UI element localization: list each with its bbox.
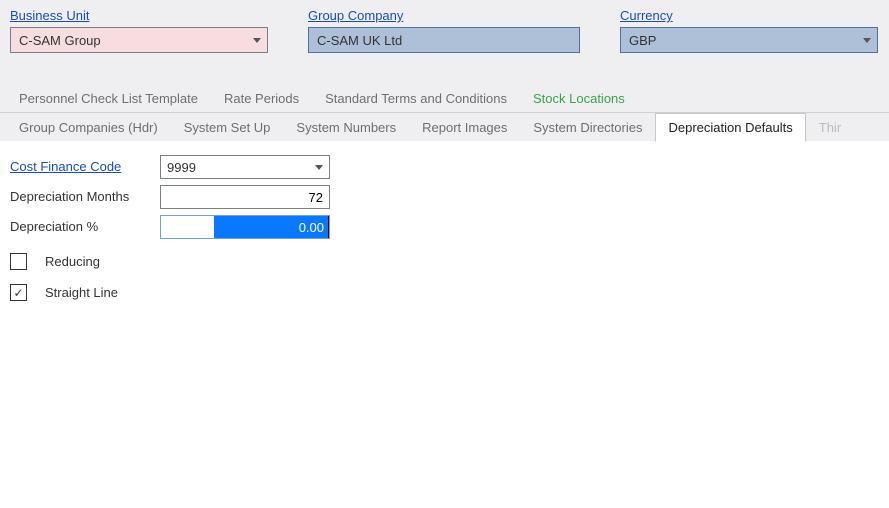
chevron-down-icon xyxy=(253,38,261,43)
depreciation-defaults-panel: Cost Finance Code 9999 Depreciation Mont… xyxy=(0,141,889,323)
depreciation-percent-label: Depreciation % xyxy=(10,215,160,234)
reducing-label: Reducing xyxy=(45,254,100,269)
currency-group: Currency GBP xyxy=(620,8,878,53)
row-depreciation-percent: Depreciation % 0.00 xyxy=(10,215,879,239)
row-depreciation-months: Depreciation Months xyxy=(10,185,879,209)
business-unit-value: C-SAM Group xyxy=(19,33,101,48)
tab-strip: Personnel Check List Template Rate Perio… xyxy=(0,84,889,141)
depreciation-months-label: Depreciation Months xyxy=(10,185,160,204)
depreciation-months-input[interactable] xyxy=(160,185,330,209)
currency-label[interactable]: Currency xyxy=(620,8,878,23)
reducing-checkbox[interactable] xyxy=(10,253,27,270)
chevron-down-icon xyxy=(863,38,871,43)
tab-depreciation-defaults[interactable]: Depreciation Defaults xyxy=(655,113,805,142)
depreciation-percent-value: 0.00 xyxy=(214,216,328,238)
text-caret-icon xyxy=(328,216,329,238)
tab-system-numbers[interactable]: System Numbers xyxy=(283,113,409,142)
cost-finance-code-combo[interactable]: 9999 xyxy=(160,155,330,179)
row-cost-finance-code: Cost Finance Code 9999 xyxy=(10,155,879,179)
header-bar: Business Unit C-SAM Group Group Company … xyxy=(0,0,889,84)
cost-finance-code-value: 9999 xyxy=(167,160,196,175)
group-company-label[interactable]: Group Company xyxy=(308,8,580,23)
chevron-down-icon xyxy=(315,165,323,170)
tab-group-companies[interactable]: Group Companies (Hdr) xyxy=(6,113,171,142)
business-unit-combo[interactable]: C-SAM Group xyxy=(10,27,268,53)
group-company-combo[interactable]: C-SAM UK Ltd xyxy=(308,27,580,53)
business-unit-label[interactable]: Business Unit xyxy=(10,8,268,23)
tab-row-1: Personnel Check List Template Rate Perio… xyxy=(0,84,889,113)
straight-line-label: Straight Line xyxy=(45,285,118,300)
tab-rate-periods[interactable]: Rate Periods xyxy=(211,84,312,113)
tab-truncated[interactable]: Thir xyxy=(806,113,854,142)
row-straight-line: ✓ Straight Line xyxy=(10,284,879,301)
currency-combo[interactable]: GBP xyxy=(620,27,878,53)
cost-finance-code-label[interactable]: Cost Finance Code xyxy=(10,159,121,174)
tab-row-2: Group Companies (Hdr) System Set Up Syst… xyxy=(0,113,889,141)
tab-system-directories[interactable]: System Directories xyxy=(520,113,655,142)
tab-personnel-checklist[interactable]: Personnel Check List Template xyxy=(6,84,211,113)
group-company-value: C-SAM UK Ltd xyxy=(317,33,402,48)
row-reducing: Reducing xyxy=(10,253,879,270)
tab-system-setup[interactable]: System Set Up xyxy=(171,113,284,142)
tab-stock-locations[interactable]: Stock Locations xyxy=(520,84,638,113)
straight-line-checkbox[interactable]: ✓ xyxy=(10,284,27,301)
depreciation-percent-input[interactable]: 0.00 xyxy=(160,215,330,239)
tab-report-images[interactable]: Report Images xyxy=(409,113,520,142)
business-unit-group: Business Unit C-SAM Group xyxy=(10,8,268,53)
tab-standard-terms[interactable]: Standard Terms and Conditions xyxy=(312,84,520,113)
group-company-group: Group Company C-SAM UK Ltd xyxy=(308,8,580,53)
currency-value: GBP xyxy=(629,33,656,48)
